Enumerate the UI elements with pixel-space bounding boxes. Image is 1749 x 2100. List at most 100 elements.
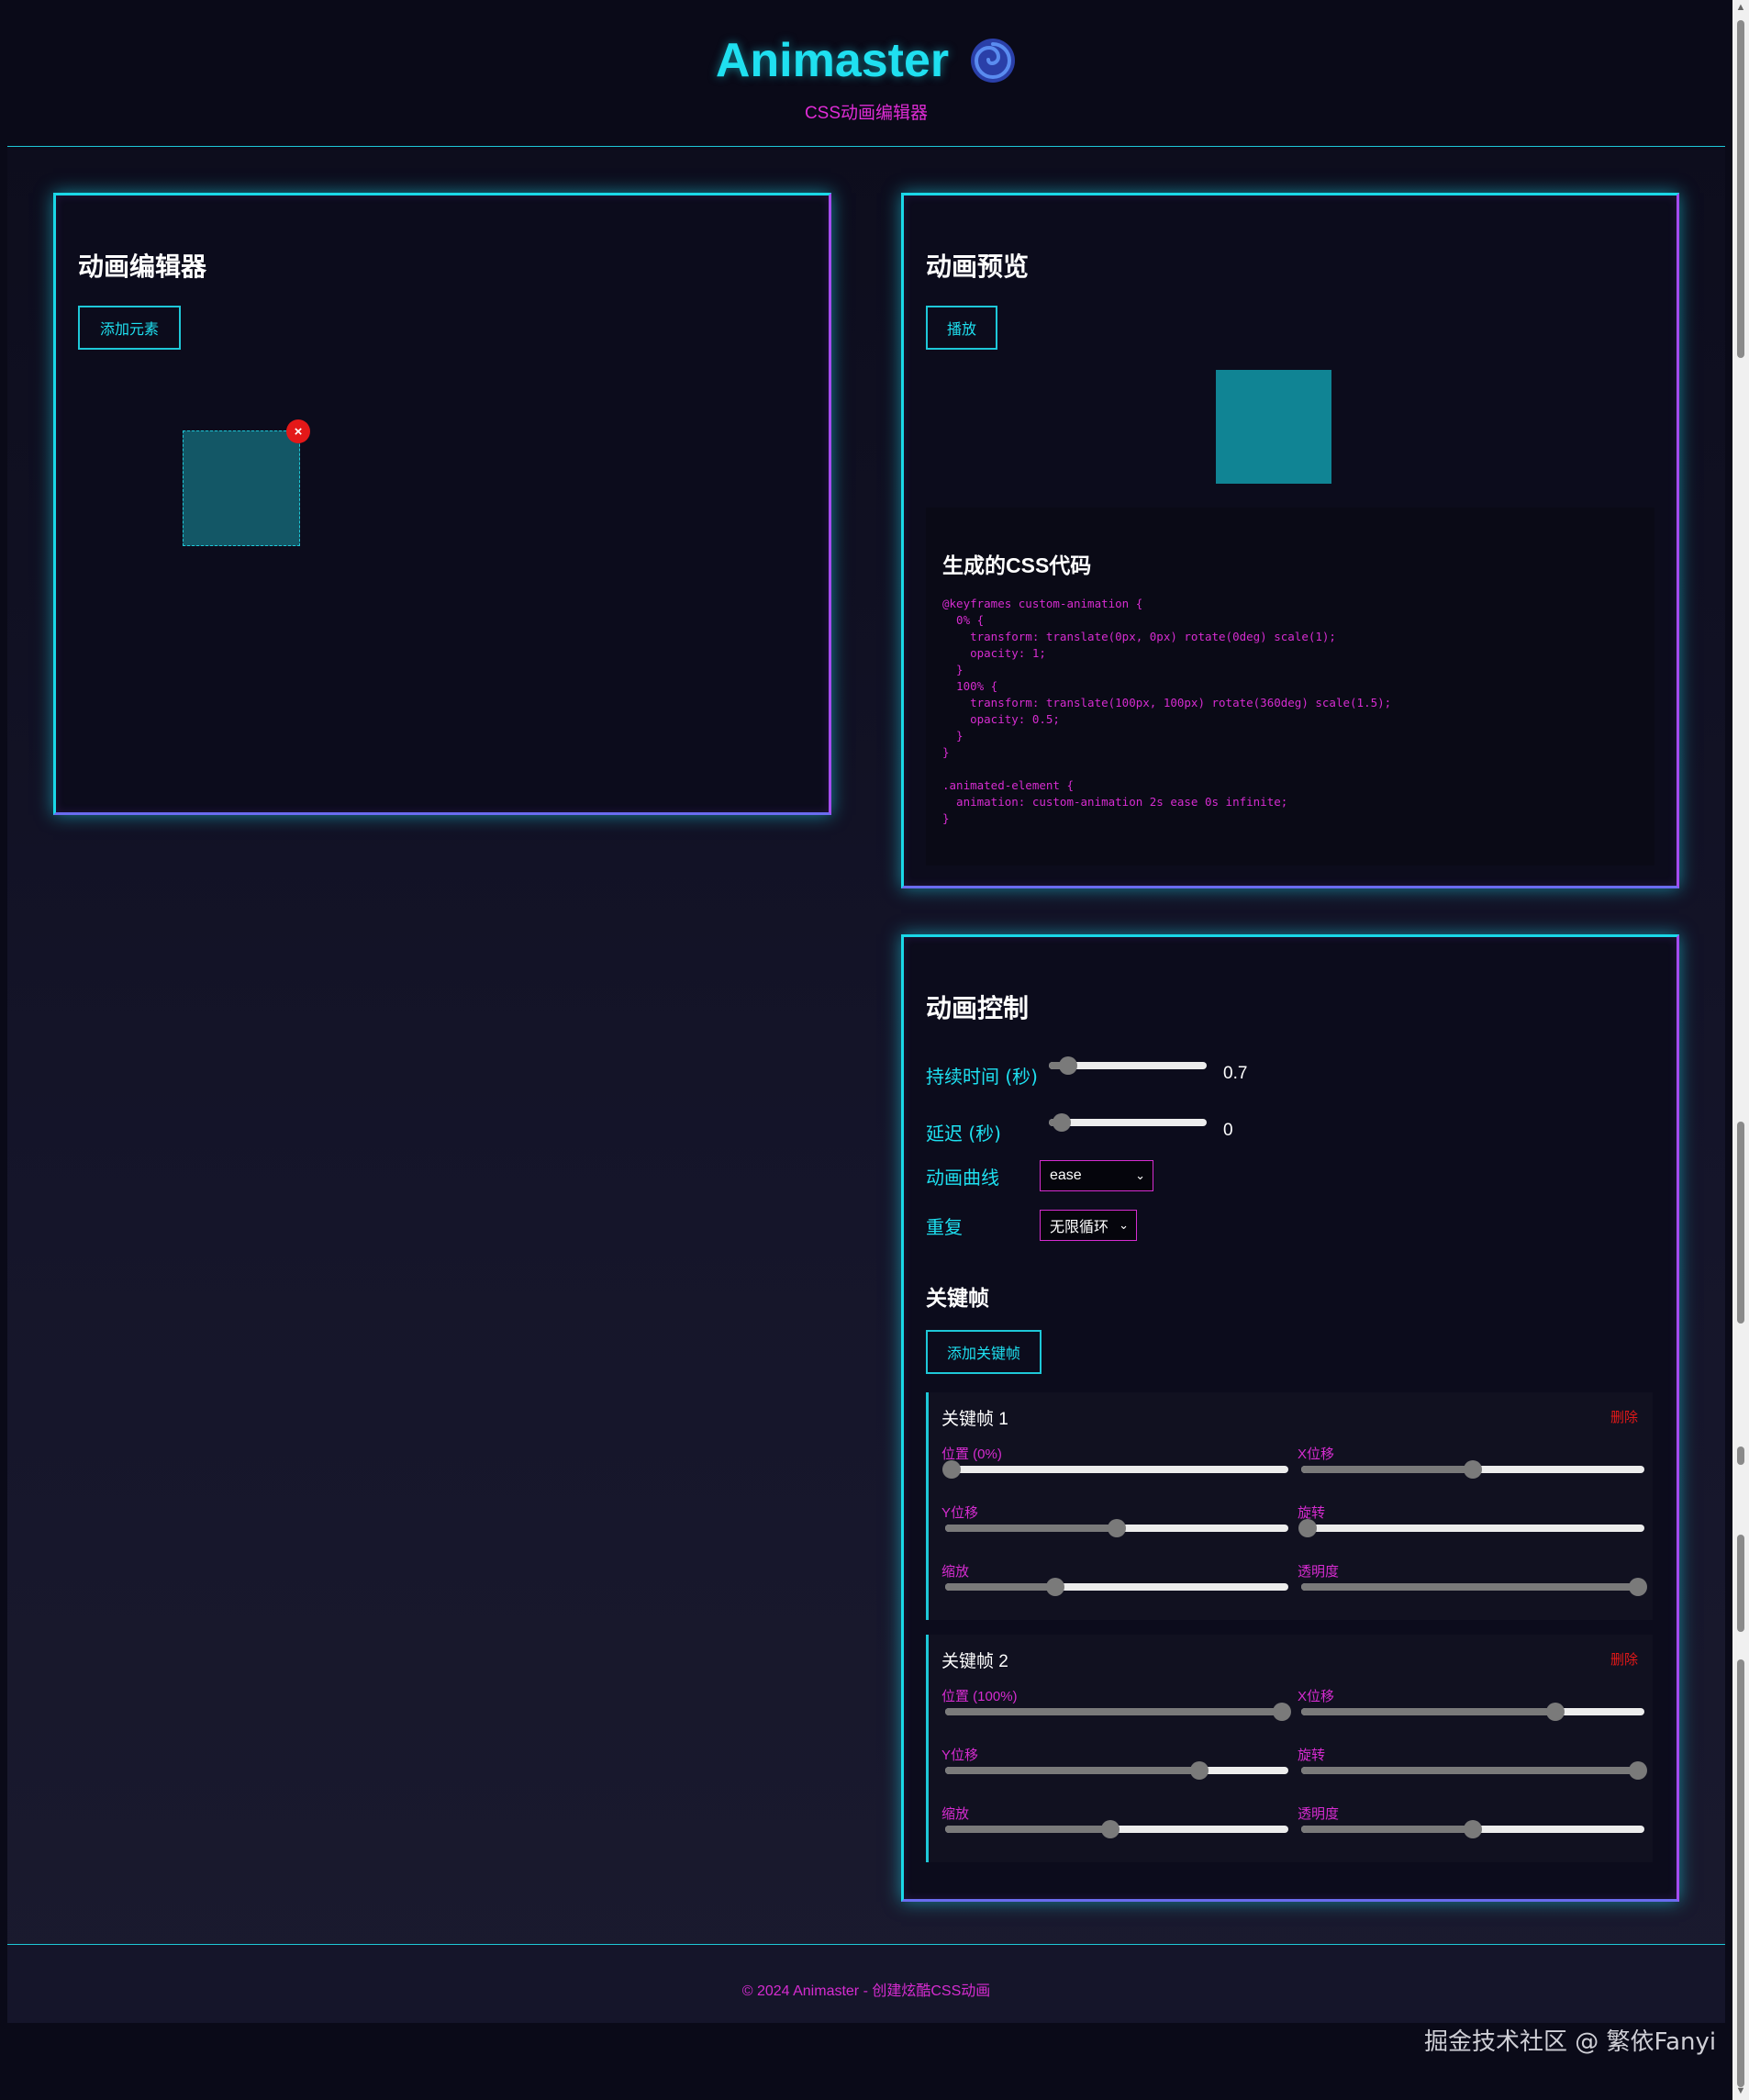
keyframe-field-slider[interactable] <box>1298 1519 1644 1537</box>
generated-code-area: 生成的CSS代码 @keyframes custom-animation { 0… <box>926 508 1654 866</box>
keyframes-title: 关键帧 <box>926 1286 989 1310</box>
watermark: 掘金技术社区 @ 繁依Fanyi <box>1424 2028 1717 2056</box>
keyframe-title: 关键帧 2 <box>941 1652 1008 1671</box>
code-line: .animated-element { <box>942 778 1074 792</box>
keyframe-field-slider-thumb[interactable] <box>942 1460 962 1479</box>
repeat-select[interactable]: 无限循环 ⌄ <box>1040 1210 1137 1241</box>
repeat-select-value: 无限循环 <box>1050 1220 1109 1235</box>
chevron-down-icon: ⌄ <box>1119 1218 1129 1232</box>
easing-label: 动画曲线 <box>926 1167 999 1189</box>
preview-animated-element <box>1216 370 1331 484</box>
keyframe-field-label: Y位移 <box>941 1748 979 1763</box>
editor-title: 动画编辑器 <box>78 252 207 281</box>
code-line: transform: translate(0px, 0px) rotate(0d… <box>942 630 1336 643</box>
keyframe-field-label: 缩放 <box>941 1806 970 1822</box>
app-header: Animaster CSS动画编辑器 <box>7 0 1725 147</box>
duration-slider[interactable] <box>1049 1056 1207 1075</box>
delay-label: 延迟 (秒) <box>926 1123 1001 1145</box>
keyframe-field-slider-thumb[interactable] <box>1045 1578 1064 1596</box>
keyframe-field-slider-thumb[interactable] <box>1628 1761 1647 1780</box>
controls-title: 动画控制 <box>926 994 1030 1022</box>
spiral-icon <box>971 39 1016 83</box>
chevron-down-icon: ⌄ <box>1135 1168 1145 1182</box>
duration-slider-thumb[interactable] <box>1058 1056 1077 1075</box>
code-line: } <box>942 729 964 743</box>
repeat-label: 重复 <box>926 1216 963 1238</box>
keyframe-field-label: 旋转 <box>1298 1748 1326 1763</box>
keyframe-field-slider[interactable] <box>1301 1460 1644 1479</box>
keyframe-field-slider[interactable] <box>945 1761 1288 1780</box>
keyframe-field-label: 透明度 <box>1298 1564 1340 1580</box>
code-line: opacity: 0.5; <box>942 712 1060 726</box>
keyframe-field-slider-thumb[interactable] <box>1628 1578 1647 1596</box>
keyframe-field-slider-thumb[interactable] <box>1189 1761 1209 1780</box>
easing-select[interactable]: ease ⌄ <box>1040 1160 1153 1191</box>
keyframe-field-slider[interactable] <box>945 1820 1288 1838</box>
keyframe-field-slider[interactable] <box>1301 1703 1644 1721</box>
app-footer: © 2024 Animaster - 创建炫酷CSS动画 <box>7 1944 1725 2023</box>
keyframe-field-label: X位移 <box>1298 1447 1335 1462</box>
scrollbar-track-segment <box>1737 1447 1744 1465</box>
add-keyframe-button[interactable]: 添加关键帧 <box>926 1330 1042 1374</box>
page-scrollbar[interactable]: ▲ ▼ <box>1732 0 1749 2100</box>
keyframe-field-slider[interactable] <box>1301 1578 1647 1596</box>
app-root: Animaster CSS动画编辑器 动画编辑器 添加元素 × 动画预览 播放 … <box>7 0 1725 2023</box>
scroll-down-icon[interactable]: ▼ <box>1735 2085 1746 2096</box>
code-line: } <box>942 745 950 759</box>
keyframe-field-slider[interactable] <box>945 1703 1291 1721</box>
keyframe-field-slider-thumb[interactable] <box>1108 1519 1126 1537</box>
scroll-up-icon[interactable]: ▲ <box>1735 2 1746 13</box>
delay-slider[interactable] <box>1049 1113 1207 1132</box>
keyframe-field-slider[interactable] <box>945 1578 1288 1596</box>
keyframe-field-slider[interactable] <box>1301 1820 1644 1838</box>
keyframe-field-slider[interactable] <box>1301 1761 1647 1780</box>
code-line: opacity: 1; <box>942 646 1046 660</box>
editable-element[interactable]: × <box>183 419 310 546</box>
code-line: animation: custom-animation 2s ease 0s i… <box>942 795 1288 809</box>
scrollbar-thumb[interactable] <box>1737 20 1744 358</box>
css-code-block: @keyframes custom-animation { 0% { trans… <box>942 596 1391 827</box>
add-element-button[interactable]: 添加元素 <box>78 306 181 350</box>
keyframe-field-slider[interactable] <box>942 1460 1288 1479</box>
keyframe-title: 关键帧 1 <box>941 1410 1008 1429</box>
duration-value: 0.7 <box>1223 1064 1248 1083</box>
keyframe-field-slider-thumb[interactable] <box>1464 1820 1482 1838</box>
controls-panel: 动画控制 持续时间 (秒) 0.7 延迟 (秒) 0 动画曲线 ease ⌄ 重… <box>901 934 1679 1902</box>
keyframe-field-slider[interactable] <box>945 1519 1288 1537</box>
preview-title: 动画预览 <box>926 252 1030 281</box>
scrollbar-track-segment <box>1737 1122 1744 1324</box>
keyframe-field-label: 位置 (100%) <box>941 1689 1018 1704</box>
logo-row: Animaster <box>7 33 1725 88</box>
app-title: Animaster <box>715 34 950 87</box>
scrollbar-track-segment <box>1737 1535 1744 1632</box>
keyframe-delete-button[interactable]: 删除 <box>1610 1649 1638 1669</box>
keyframe-field-label: X位移 <box>1298 1689 1335 1704</box>
keyframe-delete-button[interactable]: 删除 <box>1610 1407 1638 1426</box>
keyframe-card: 关键帧 2 删除 位置 (100%) X位移 Y位移 旋转 缩放 透明度 <box>926 1635 1653 1862</box>
keyframe-card: 关键帧 1 删除 位置 (0%) X位移 Y位移 旋转 缩放 透明度 <box>926 1392 1653 1620</box>
code-title: 生成的CSS代码 <box>942 553 1092 577</box>
code-line: @keyframes custom-animation { <box>942 597 1143 610</box>
play-button[interactable]: 播放 <box>926 306 997 350</box>
code-line: 100% { <box>942 679 998 693</box>
delay-value: 0 <box>1223 1121 1233 1140</box>
easing-select-value: ease <box>1050 1167 1082 1183</box>
delete-element-button[interactable]: × <box>286 419 310 443</box>
keyframe-field-slider-thumb[interactable] <box>1545 1703 1565 1721</box>
keyframe-field-slider-thumb[interactable] <box>1272 1703 1291 1721</box>
code-line: } <box>942 811 950 825</box>
code-line: 0% { <box>942 613 985 627</box>
footer-text: © 2024 Animaster - 创建炫酷CSS动画 <box>741 1983 991 1999</box>
duration-label: 持续时间 (秒) <box>926 1066 1038 1088</box>
app-subtitle: CSS动画编辑器 <box>804 104 929 123</box>
keyframe-field-slider-thumb[interactable] <box>1298 1519 1318 1537</box>
keyframe-field-label: 缩放 <box>941 1564 970 1580</box>
editor-panel: 动画编辑器 添加元素 × <box>53 193 831 815</box>
keyframe-field-label: Y位移 <box>941 1505 979 1521</box>
keyframe-field-slider-thumb[interactable] <box>1100 1820 1120 1838</box>
scrollbar-track-segment <box>1737 1659 1744 2087</box>
keyframe-field-slider-thumb[interactable] <box>1464 1460 1482 1479</box>
code-line: transform: translate(100px, 100px) rotat… <box>942 696 1392 709</box>
delay-slider-thumb[interactable] <box>1052 1113 1071 1132</box>
